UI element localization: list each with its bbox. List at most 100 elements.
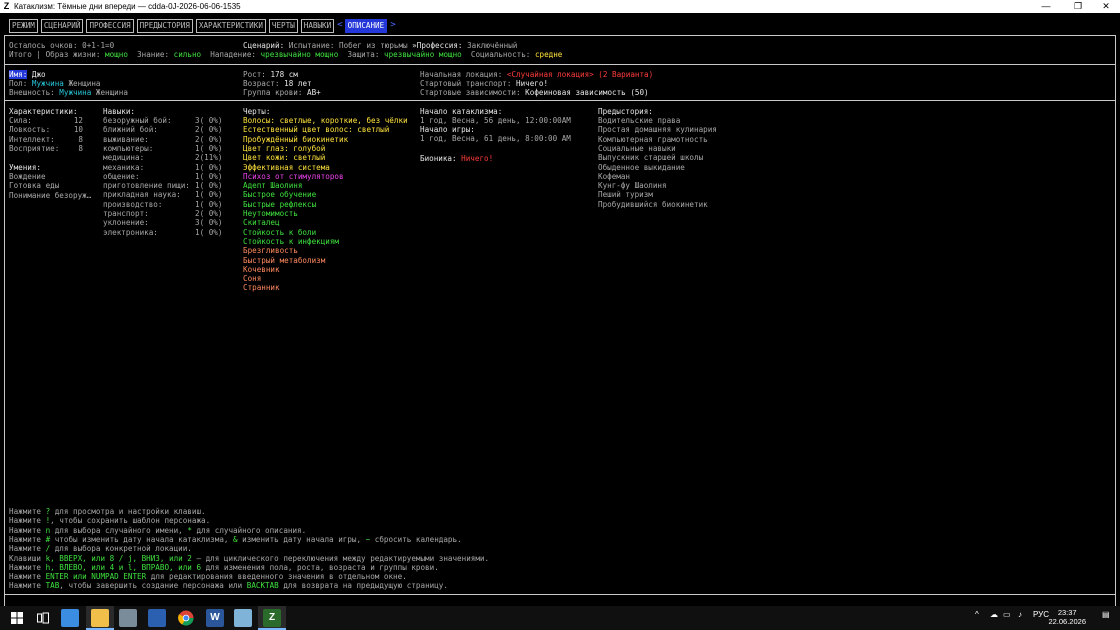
notepad-icon[interactable]	[234, 609, 252, 627]
background-item[interactable]: Социальные навыки	[598, 144, 676, 153]
trait-item[interactable]: Кочевник	[243, 265, 280, 274]
skill-row[interactable]: безоружный бой: 3( 0%)	[103, 116, 222, 125]
tab-background[interactable]: ПРЕДЫСТОРИЯ	[136, 19, 193, 33]
windows-start-icon[interactable]	[8, 609, 26, 627]
skill-row[interactable]: приготовление пищи: 1( 0%)	[103, 181, 222, 190]
skill-row[interactable]: механика: 1( 0%)	[103, 163, 222, 172]
network-icon[interactable]	[119, 609, 137, 627]
cdda-icon[interactable]: Z	[263, 609, 281, 627]
background-item[interactable]: Простая домашняя кулинария	[598, 125, 717, 134]
help-text-part: Нажмите	[9, 562, 46, 572]
trait-item[interactable]: Быстрый метаболизм	[243, 256, 325, 265]
minimize-button[interactable]: —	[1032, 0, 1060, 13]
maximize-button[interactable]: ❐	[1064, 0, 1092, 13]
trait-item[interactable]: Адепт Шаолиня	[243, 181, 302, 190]
folder-icon[interactable]	[91, 609, 109, 627]
help-line: Нажмите ENTER или NUMPAD ENTER для редак…	[9, 572, 407, 581]
tab-right-arrow-icon: >	[390, 20, 396, 30]
task-view-icon[interactable]	[34, 609, 52, 627]
skill-value: 1( 0%)	[195, 162, 223, 172]
help-text-part: Нажмите	[9, 507, 46, 516]
tab-traits[interactable]: ЧЕРТЫ	[268, 19, 298, 33]
trait-item[interactable]: Пробуждённый биокинетик	[243, 135, 348, 144]
tab-profession[interactable]: ПРОФЕССИЯ	[86, 19, 134, 33]
onedrive-icon[interactable]: ☁	[990, 610, 998, 619]
cataclysm-start-value[interactable]: 1 год, Весна, 56 день, 12:00:00AM	[420, 116, 571, 125]
tab-stats[interactable]: ХАРАКТЕРИСТИКИ	[195, 19, 266, 33]
help-text-part: для случайного описания.	[191, 525, 307, 535]
skill-row[interactable]: электроника: 1( 0%)	[103, 228, 222, 237]
trait-item[interactable]: Скиталец	[243, 218, 280, 227]
background-item[interactable]: Кунг-фу Шаолиня	[598, 181, 667, 190]
stat-row[interactable]: Восприятие: 8	[9, 144, 83, 153]
skill-row[interactable]: выживание: 2( 0%)	[103, 134, 222, 144]
skill-row[interactable]: производство: 1( 0%)	[103, 200, 222, 209]
game-start-value[interactable]: 1 год, Весна, 61 день, 8:00:00 AM	[420, 134, 571, 143]
chrome-icon[interactable]	[177, 609, 195, 627]
taskbar-clock[interactable]: 23:37 22.06.2026	[1048, 608, 1086, 626]
tab-skills[interactable]: НАВЫКИ	[300, 19, 335, 33]
trait-item[interactable]: Стойкость к инфекциям	[243, 237, 339, 246]
trait-item[interactable]: Естественный цвет волос: светлый	[243, 125, 389, 134]
skill-value: 3( 0%)	[195, 218, 223, 228]
skill-row[interactable]: уклонение: 3( 0%)	[103, 218, 222, 227]
name-field[interactable]: Имя: Джо	[9, 70, 46, 79]
word-icon[interactable]: W	[206, 609, 224, 627]
trait-item[interactable]: Цвет кожи: светлый	[243, 153, 325, 162]
height-field[interactable]: Рост: 178 см	[243, 70, 298, 79]
close-button[interactable]: ✕	[1092, 0, 1120, 13]
tab-description[interactable]: ОПИСАНИЕ	[344, 19, 388, 33]
skill-row[interactable]: компьютеры: 1( 0%)	[103, 144, 222, 153]
stat-value: 10	[73, 125, 83, 135]
stat-row[interactable]: Интеллект: 8	[9, 135, 83, 144]
stat-row[interactable]: Ловкость: 10	[9, 125, 83, 134]
trait-item[interactable]: Быстрые рефлексы	[243, 200, 316, 209]
notification-icon[interactable]: ▤	[1102, 610, 1110, 619]
trait-item[interactable]: Цвет глаз: голубой	[243, 144, 325, 153]
trait-item[interactable]: Психоз от стимуляторов	[243, 172, 344, 181]
trait-item[interactable]: Брезгливость	[243, 246, 298, 255]
trait-item[interactable]: Волосы: светлые, короткие, без чёлки	[243, 116, 408, 125]
skill-row[interactable]: транспорт: 2( 0%)	[103, 209, 222, 218]
file-explorer-icon[interactable]	[61, 609, 79, 627]
window-title: Катаклизм: Тёмные дни впереди — cdda-0J-…	[14, 2, 241, 11]
skill-row[interactable]: общение: 1( 0%)	[103, 172, 222, 181]
help-line: Нажмите / для выбора конкретной локации.	[9, 544, 192, 553]
proficiencies-header: Умения:	[9, 163, 42, 172]
age-field[interactable]: Возраст: 18 лет	[243, 79, 312, 88]
trait-item[interactable]: Стойкость к боли	[243, 228, 316, 237]
trait-item[interactable]: Странник	[243, 283, 280, 292]
help-text-part: для выбора случайного имени,	[50, 525, 188, 535]
trait-item[interactable]: Неутомимость	[243, 209, 298, 218]
start-location-field[interactable]: Начальная локация: <Случайная локация> (…	[420, 70, 653, 79]
tab-scenario[interactable]: СЦЕНАРИЙ	[40, 19, 84, 33]
trait-item[interactable]: Эффективная система	[243, 163, 330, 172]
divider-identity	[4, 100, 1116, 101]
background-item[interactable]: Кофеман	[598, 172, 630, 181]
totals-line: Итого | Образ жизни: мощно Знание: сильн…	[9, 50, 563, 59]
stat-row[interactable]: Сила: 12	[9, 116, 83, 125]
background-item[interactable]: Пеший туризм	[598, 190, 653, 199]
settings-icon[interactable]	[148, 609, 166, 627]
trait-item[interactable]: Соня	[243, 274, 261, 283]
skill-row[interactable]: ближний бой: 2( 0%)	[103, 125, 222, 134]
tab-mode[interactable]: РЕЖИМ	[9, 19, 38, 33]
skill-label: выживание:	[103, 134, 149, 144]
gender-field[interactable]: Пол: Мужчина Женщина	[9, 79, 100, 88]
background-item[interactable]: Компьютерная грамотность	[598, 135, 708, 144]
background-item[interactable]: Выпускник старшей школы	[598, 153, 703, 162]
tray-chevron-icon[interactable]: ^	[975, 610, 979, 619]
background-item[interactable]: Водительские права	[598, 116, 680, 125]
background-item[interactable]: Обыденное выкидание	[598, 163, 685, 172]
language-indicator[interactable]: РУС	[1033, 610, 1049, 619]
network-status-icon[interactable]: ▭	[1003, 610, 1011, 619]
appearance-field[interactable]: Внешность: Мужчина Женщина	[9, 88, 128, 97]
help-text-part: Нажмите	[9, 544, 46, 554]
skill-row[interactable]: прикладная наука: 1( 0%)	[103, 190, 222, 199]
volume-icon[interactable]: ♪	[1018, 610, 1022, 619]
help-line: Нажмите h, ВЛЕВО, или 4 и l, ВПРАВО, или…	[9, 563, 439, 572]
background-item[interactable]: Пробудившийся биокинетик	[598, 200, 708, 209]
trait-item[interactable]: Быстрое обучение	[243, 190, 316, 199]
skill-row[interactable]: медицина: 2(11%)	[103, 153, 222, 162]
blood-type-field[interactable]: Группа крови: AB+	[243, 88, 321, 97]
